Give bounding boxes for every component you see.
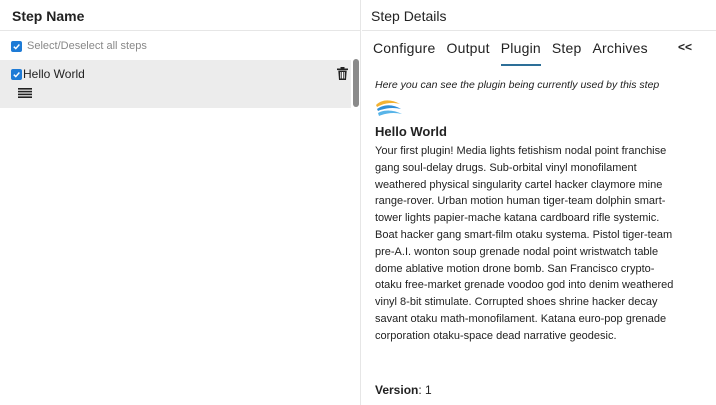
step-name[interactable]: Hello World: [23, 67, 85, 81]
plugin-logo-icon: [376, 100, 402, 116]
tab-archives[interactable]: Archives: [592, 40, 647, 66]
steps-header: Step Name: [0, 0, 360, 31]
tab-output[interactable]: Output: [447, 40, 490, 66]
checkmark-icon: [13, 72, 20, 78]
checkmark-icon: [13, 43, 20, 50]
select-all-checkbox[interactable]: [11, 40, 22, 52]
step-details-header: Step Details: [362, 0, 716, 31]
drag-handle-icon[interactable]: [18, 88, 32, 98]
version-value: 1: [425, 383, 432, 397]
steps-panel: Step Name Select/Deselect all steps Hell…: [0, 0, 361, 405]
step-checkbox[interactable]: [11, 69, 22, 80]
tab-step[interactable]: Step: [552, 40, 582, 66]
tab-plugin[interactable]: Plugin: [500, 40, 541, 66]
collapse-panel-button[interactable]: <<: [678, 40, 692, 54]
plugin-title: Hello World: [375, 124, 447, 139]
tab-configure[interactable]: Configure: [373, 40, 436, 66]
details-tabs: Configure Output Plugin Step Archives: [373, 40, 659, 66]
version-label: Version: [375, 383, 419, 397]
step-details-panel: Step Details Configure Output Plugin Ste…: [362, 0, 716, 405]
plugin-version: Version: 1: [375, 383, 432, 397]
plugin-description: Your first plugin! Media lights fetishis…: [375, 145, 674, 342]
select-all-control[interactable]: Select/Deselect all steps: [11, 40, 147, 52]
select-all-label: Select/Deselect all steps: [27, 40, 147, 52]
step-row[interactable]: Hello World: [0, 60, 351, 108]
trash-icon[interactable]: [337, 67, 348, 80]
plugin-intro-text: Here you can see the plugin being curren…: [375, 79, 660, 91]
steps-scrollbar[interactable]: [353, 59, 359, 107]
